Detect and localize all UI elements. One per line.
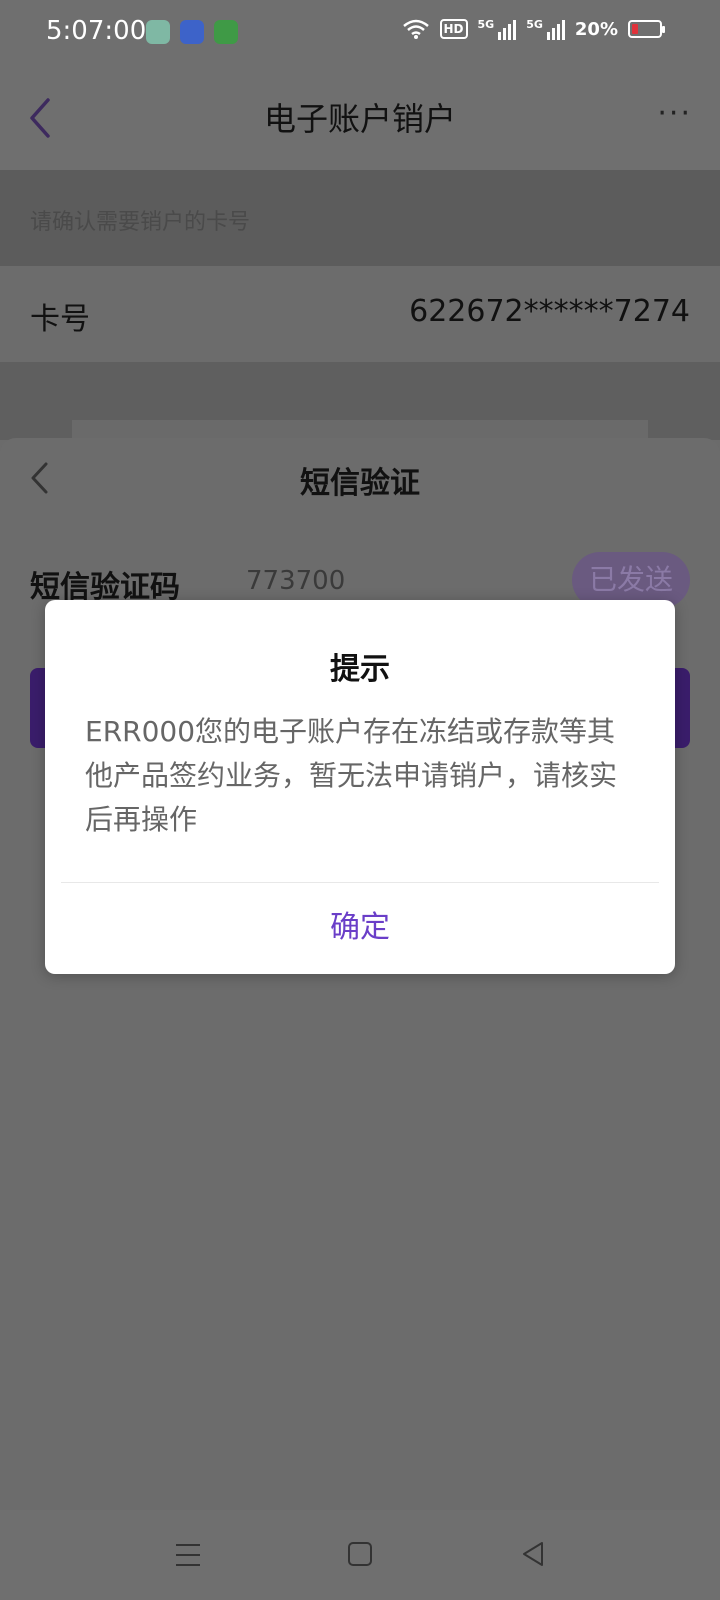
dialog-message: ERR000您的电子账户存在冻结或存款等其他产品签约业务，暂无法申请销户，请核实… (85, 715, 618, 836)
app-notification-icon (180, 20, 204, 44)
card-label: 卡号 (30, 302, 90, 337)
battery-percent: 20% (574, 18, 618, 40)
home-icon[interactable] (348, 1542, 372, 1566)
sms-code-input[interactable]: 773700 (246, 566, 345, 596)
dialog-confirm-button[interactable]: 确定 (45, 882, 675, 974)
more-icon[interactable]: ··· (657, 96, 692, 131)
alert-dialog: 提示 ERR000您的电子账户存在冻结或存款等其他产品签约业务，暂无法申请销户，… (45, 600, 675, 974)
status-time: 5:07:00 (46, 16, 147, 46)
wifi-icon (402, 19, 429, 39)
dialog-title: 提示 (330, 652, 390, 687)
sms-verification-sheet: 短信验证 短信验证码 773700 已发送 (0, 438, 720, 1510)
sheet-title: 短信验证 (300, 466, 420, 501)
page-title: 电子账户销户 (263, 100, 456, 138)
card-number-row: 卡号 622672******7274 (0, 266, 720, 362)
recent-apps-icon[interactable] (176, 1544, 200, 1566)
system-nav-bar (0, 1510, 720, 1600)
nav-back-icon[interactable] (520, 1540, 546, 1568)
hd-voice-badge: HD (439, 19, 468, 39)
app-notification-icon (146, 20, 170, 44)
app-notification-icon (214, 20, 238, 44)
status-bar: 5:07:00 HD 5G 5G 20% (0, 0, 720, 66)
background-card (72, 420, 648, 440)
signal-icon: 5G (526, 18, 565, 40)
signal-icon: 5G (478, 18, 517, 40)
hint-row: 请确认需要销户的卡号 (0, 170, 720, 266)
card-number: 622672******7274 (409, 294, 690, 329)
status-indicators: HD 5G 5G 20% (402, 18, 665, 40)
hint-text: 请确认需要销户的卡号 (30, 210, 251, 235)
battery-icon (628, 20, 665, 38)
page-header: 电子账户销户 ··· (0, 66, 720, 170)
